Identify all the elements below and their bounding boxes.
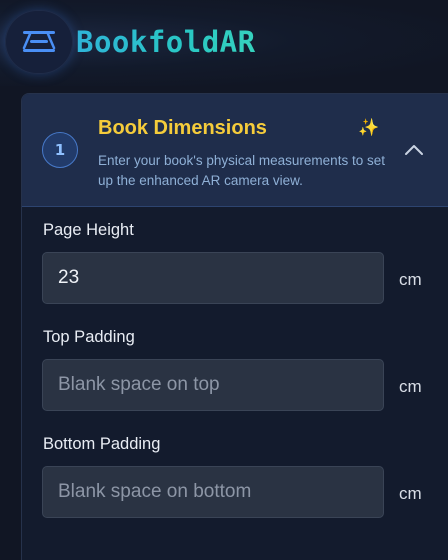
step-description: Enter your book's physical measurements … <box>98 153 385 188</box>
book-dimensions-card: 1 Book Dimensions ✨ Enter your book's ph… <box>21 93 448 560</box>
collapse-button[interactable] <box>402 140 426 160</box>
bottom-padding-label: Bottom Padding <box>43 435 161 453</box>
top-padding-input[interactable] <box>42 359 384 411</box>
page-height-label: Page Height <box>43 221 134 239</box>
step-header[interactable]: 1 Book Dimensions ✨ Enter your book's ph… <box>22 94 448 207</box>
bottom-padding-input[interactable] <box>42 466 384 518</box>
page-height-input[interactable] <box>42 252 384 304</box>
chevron-up-icon <box>405 145 423 155</box>
app-title: BookfoldAR <box>76 25 256 59</box>
menu-icon <box>22 31 56 52</box>
step-title: Book Dimensions <box>98 117 267 139</box>
top-padding-unit: cm <box>399 377 422 396</box>
menu-button[interactable] <box>5 10 73 74</box>
step-number-badge: 1 <box>42 132 78 168</box>
bottom-padding-unit: cm <box>399 484 422 503</box>
page-height-unit: cm <box>399 270 422 289</box>
app-header: BookfoldAR <box>0 0 448 86</box>
sparkle-icon: ✨ <box>358 118 380 138</box>
top-padding-label: Top Padding <box>43 328 135 346</box>
